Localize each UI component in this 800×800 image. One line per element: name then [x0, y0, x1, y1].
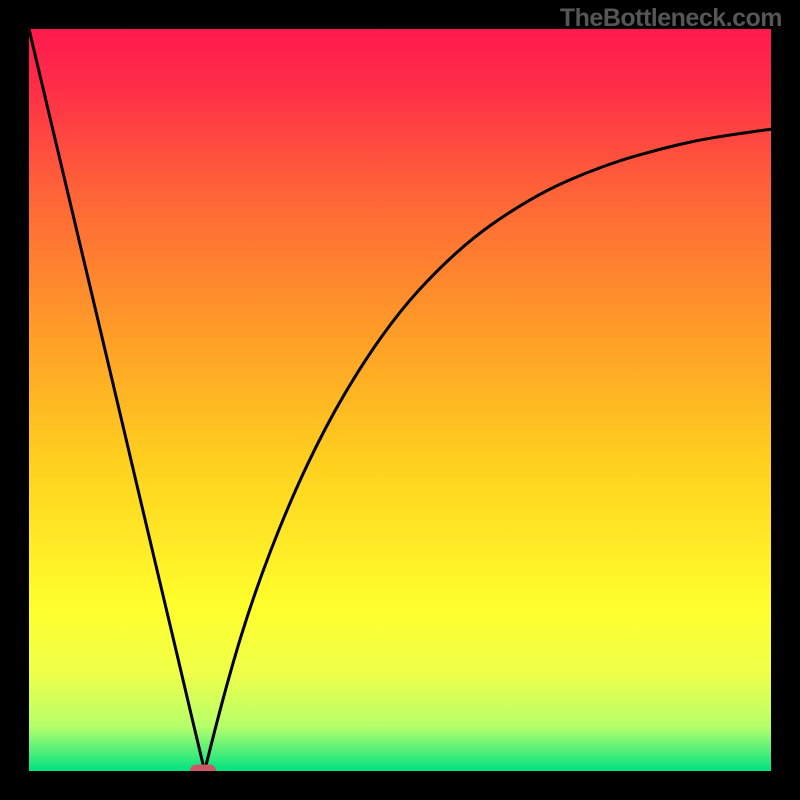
curve-left-branch [29, 29, 205, 771]
curve-right-branch [205, 129, 771, 771]
curve-layer [29, 29, 771, 771]
watermark-text: TheBottleneck.com [560, 4, 782, 33]
optimal-point-marker [190, 765, 216, 772]
plot-area [29, 29, 771, 771]
chart-frame: TheBottleneck.com [0, 0, 800, 800]
